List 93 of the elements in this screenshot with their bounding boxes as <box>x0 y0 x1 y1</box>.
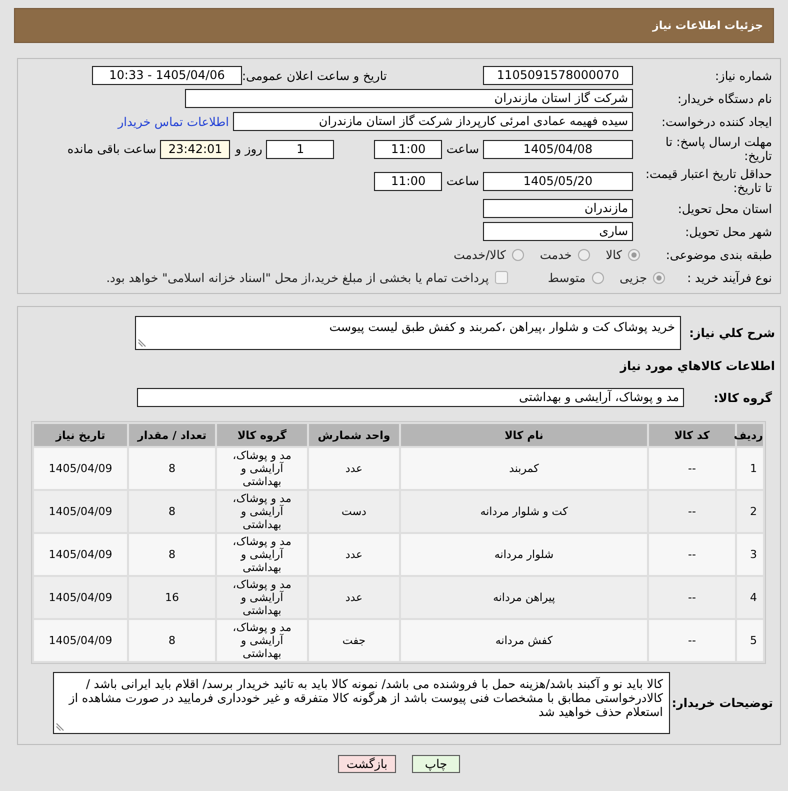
field-label: شرح کلي نیاز: <box>688 326 776 340</box>
table-cell: 1405/04/09 <box>34 491 127 532</box>
validity-time-field[interactable]: 11:00 <box>374 172 442 190</box>
table-cell: 8 <box>129 534 215 575</box>
table-cell: عدد <box>309 448 399 489</box>
announce-date-field[interactable]: 1405/04/06 - 10:33 <box>92 66 242 85</box>
summary-text-area[interactable]: خرید پوشاک کت و شلوار ،پیراهن ،کمربند و کفش طبق لیست پیوست <box>135 316 681 350</box>
days-label: روز و <box>235 142 262 156</box>
column-header: نام کالا <box>401 424 647 446</box>
radio-button[interactable] <box>592 272 604 284</box>
table-cell: 5 <box>737 620 763 661</box>
option-label: کالا/خدمت <box>454 248 506 262</box>
page-title: جزئیات اطلاعات نیاز <box>652 19 763 32</box>
table-cell: -- <box>649 448 735 489</box>
requester-field[interactable]: سیده فهیمه عمادی امرئی کارپرداز شرکت گاز استان مازندران <box>233 112 633 131</box>
column-header: ردیف <box>737 424 763 446</box>
field-label: تاریخ و ساعت اعلان عمومی: <box>242 68 388 82</box>
column-header: تعداد / مقدار <box>129 424 215 446</box>
print-button[interactable]: چاپ <box>412 755 460 773</box>
contact-info-link[interactable]: اطلاعات تماس خریدار <box>118 114 229 128</box>
table-cell: پیراهن مردانه <box>401 577 647 618</box>
table-cell: 2 <box>737 491 763 532</box>
option-label: کالا <box>606 248 622 262</box>
option-label: متوسط <box>548 270 586 284</box>
column-header: کد کالا <box>649 424 735 446</box>
table-cell: 1405/04/09 <box>34 577 127 618</box>
city-field[interactable]: ساری <box>483 222 633 241</box>
resize-grip-icon[interactable] <box>138 339 146 347</box>
field-label: حداقل تاریخ اعتبار قیمت: تا تاریخ: <box>644 167 773 195</box>
buyer-notes-text-area[interactable]: کالا باید نو و آکبند باشد/هزینه حمل با فروشنده می باشد/ نمونه کالا باید به تائید خریدار برسد/ اقلام باید ایرانی باشد / کالادرخواستی مطابق با مشخصات فنی پیوست باشد از هرگونه کالا متفرقه و غیر خودداری فرمایید در صورت مشاهده از استعلام حذف خواهید شد <box>53 672 670 734</box>
table-cell: 1405/04/09 <box>34 534 127 575</box>
need-number-field[interactable]: 1105091578000070 <box>483 66 633 85</box>
table-cell: جفت <box>309 620 399 661</box>
field-label: نام دستگاه خریدار: <box>676 92 773 106</box>
table-cell: 3 <box>737 534 763 575</box>
table-cell: عدد <box>309 534 399 575</box>
field-label: ایجاد کننده درخواست: <box>660 114 773 128</box>
field-label: توضیحات خریدار: <box>673 696 774 710</box>
time-label: ساعت <box>446 142 479 156</box>
province-field[interactable]: مازندران <box>483 199 633 218</box>
table-cell: عدد <box>309 577 399 618</box>
option-label: جزیی <box>620 270 647 284</box>
deadline-date-field[interactable]: 1405/04/08 <box>483 140 633 158</box>
column-header: واحد شمارش <box>309 424 399 446</box>
days-field[interactable]: 1 <box>266 140 334 158</box>
remaining-label: ساعت باقی مانده <box>67 142 156 156</box>
table-cell: کفش مردانه <box>401 620 647 661</box>
table-cell: -- <box>649 620 735 661</box>
radio-button[interactable] <box>653 272 665 284</box>
table-cell: -- <box>649 577 735 618</box>
column-header: تاریخ نیاز <box>34 424 127 446</box>
checkbox[interactable] <box>494 271 508 284</box>
resize-grip-icon[interactable] <box>56 723 64 731</box>
section-heading: اطلاعات کالاهاي مورد نیاز <box>618 359 776 373</box>
field-label: استان محل تحویل: <box>676 202 773 216</box>
table-cell: مد و پوشاک، آرایشی و بهداشتی <box>217 534 307 575</box>
table-cell: -- <box>649 534 735 575</box>
field-label: گروه کالا: <box>712 390 773 404</box>
table-cell: 8 <box>129 491 215 532</box>
table-cell: 4 <box>737 577 763 618</box>
field-label: شهر محل تحویل: <box>684 224 773 238</box>
table-cell: کمربند <box>401 448 647 489</box>
table-cell: 8 <box>129 448 215 489</box>
remaining-time-field[interactable]: 23:42:01 <box>160 140 230 158</box>
validity-date-field[interactable]: 1405/05/20 <box>483 172 633 190</box>
table-cell: مد و پوشاک، آرایشی و بهداشتی <box>217 620 307 661</box>
table-cell: 1405/04/09 <box>34 620 127 661</box>
table-cell: مد و پوشاک، آرایشی و بهداشتی <box>217 448 307 489</box>
field-label: نوع فرآیند خرید : <box>686 270 773 284</box>
time-label: ساعت <box>446 174 479 188</box>
field-label: مهلت ارسال پاسخ: تا تاریخ: <box>664 135 773 163</box>
field-label: طبقه بندی موضوعی: <box>664 248 773 262</box>
radio-button[interactable] <box>578 248 590 260</box>
table-cell: 1405/04/09 <box>34 448 127 489</box>
column-header: گروه کالا <box>217 424 307 446</box>
radio-button[interactable] <box>512 248 524 260</box>
back-button[interactable]: بازگشت <box>338 755 396 773</box>
goods-group-field[interactable]: مد و پوشاک، آرایشی و بهداشتی <box>137 388 684 407</box>
option-label: خدمت <box>540 248 572 262</box>
checkbox-label: پرداخت تمام یا بخشی از مبلغ خرید،از محل "اسناد خزانه اسلامی" خواهد بود. <box>106 270 489 284</box>
table-cell: شلوار مردانه <box>401 534 647 575</box>
deadline-time-field[interactable]: 11:00 <box>374 140 442 158</box>
buyer-org-field[interactable]: شرکت گاز استان مازندران <box>185 89 633 108</box>
table-cell: مد و پوشاک، آرایشی و بهداشتی <box>217 491 307 532</box>
table-cell: مد و پوشاک، آرایشی و بهداشتی <box>217 577 307 618</box>
table-cell: 1 <box>737 448 763 489</box>
table-cell: -- <box>649 491 735 532</box>
table-cell: 8 <box>129 620 215 661</box>
radio-button[interactable] <box>628 248 640 260</box>
table-cell: کت و شلوار مردانه <box>401 491 647 532</box>
table-cell: دست <box>309 491 399 532</box>
table-cell: 16 <box>129 577 215 618</box>
field-label: شماره نیاز: <box>714 68 773 82</box>
